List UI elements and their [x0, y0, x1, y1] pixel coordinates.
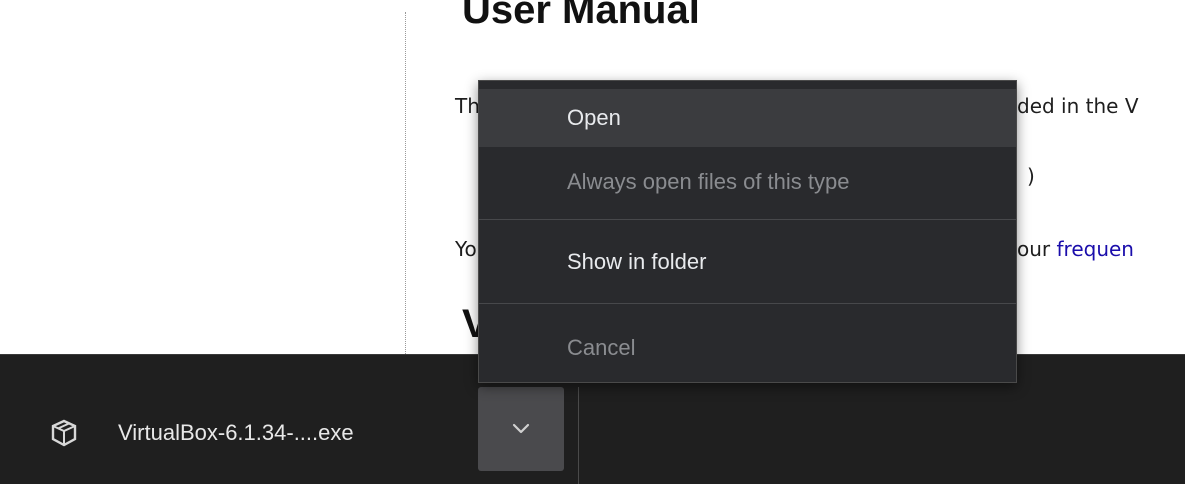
download-context-menu: Open Always open files of this type Show… — [478, 80, 1017, 383]
menu-item-always-open[interactable]: Always open files of this type — [479, 153, 1016, 211]
menu-separator — [479, 219, 1016, 220]
page-heading: User Manual — [462, 0, 700, 32]
frequent-link[interactable]: frequen — [1057, 237, 1134, 261]
paragraph-3-mid: our — [1017, 237, 1057, 261]
menu-item-show-in-folder[interactable]: Show in folder — [479, 231, 1016, 293]
virtualbox-icon — [50, 419, 78, 447]
sidebar-divider — [405, 12, 406, 354]
download-file-name: VirtualBox-6.1.34-....exe — [118, 419, 354, 445]
download-item[interactable]: VirtualBox-6.1.34-....exe — [40, 385, 460, 480]
chevron-down-icon — [512, 420, 530, 439]
paragraph-3: Yo our frequen — [455, 237, 1134, 261]
paragraph-2-end: ) — [1027, 164, 1035, 188]
menu-item-cancel[interactable]: Cancel — [479, 319, 1016, 377]
download-menu-button[interactable] — [478, 387, 564, 471]
shelf-separator — [578, 387, 579, 484]
paragraph-1-end: ded in the V — [1017, 94, 1139, 118]
paragraph-1: Th ded in the V — [455, 94, 1139, 118]
menu-separator — [479, 303, 1016, 304]
menu-item-open[interactable]: Open — [479, 89, 1016, 147]
paragraph-1-start: Th — [455, 94, 480, 118]
paragraph-3-start: Yo — [455, 237, 477, 261]
